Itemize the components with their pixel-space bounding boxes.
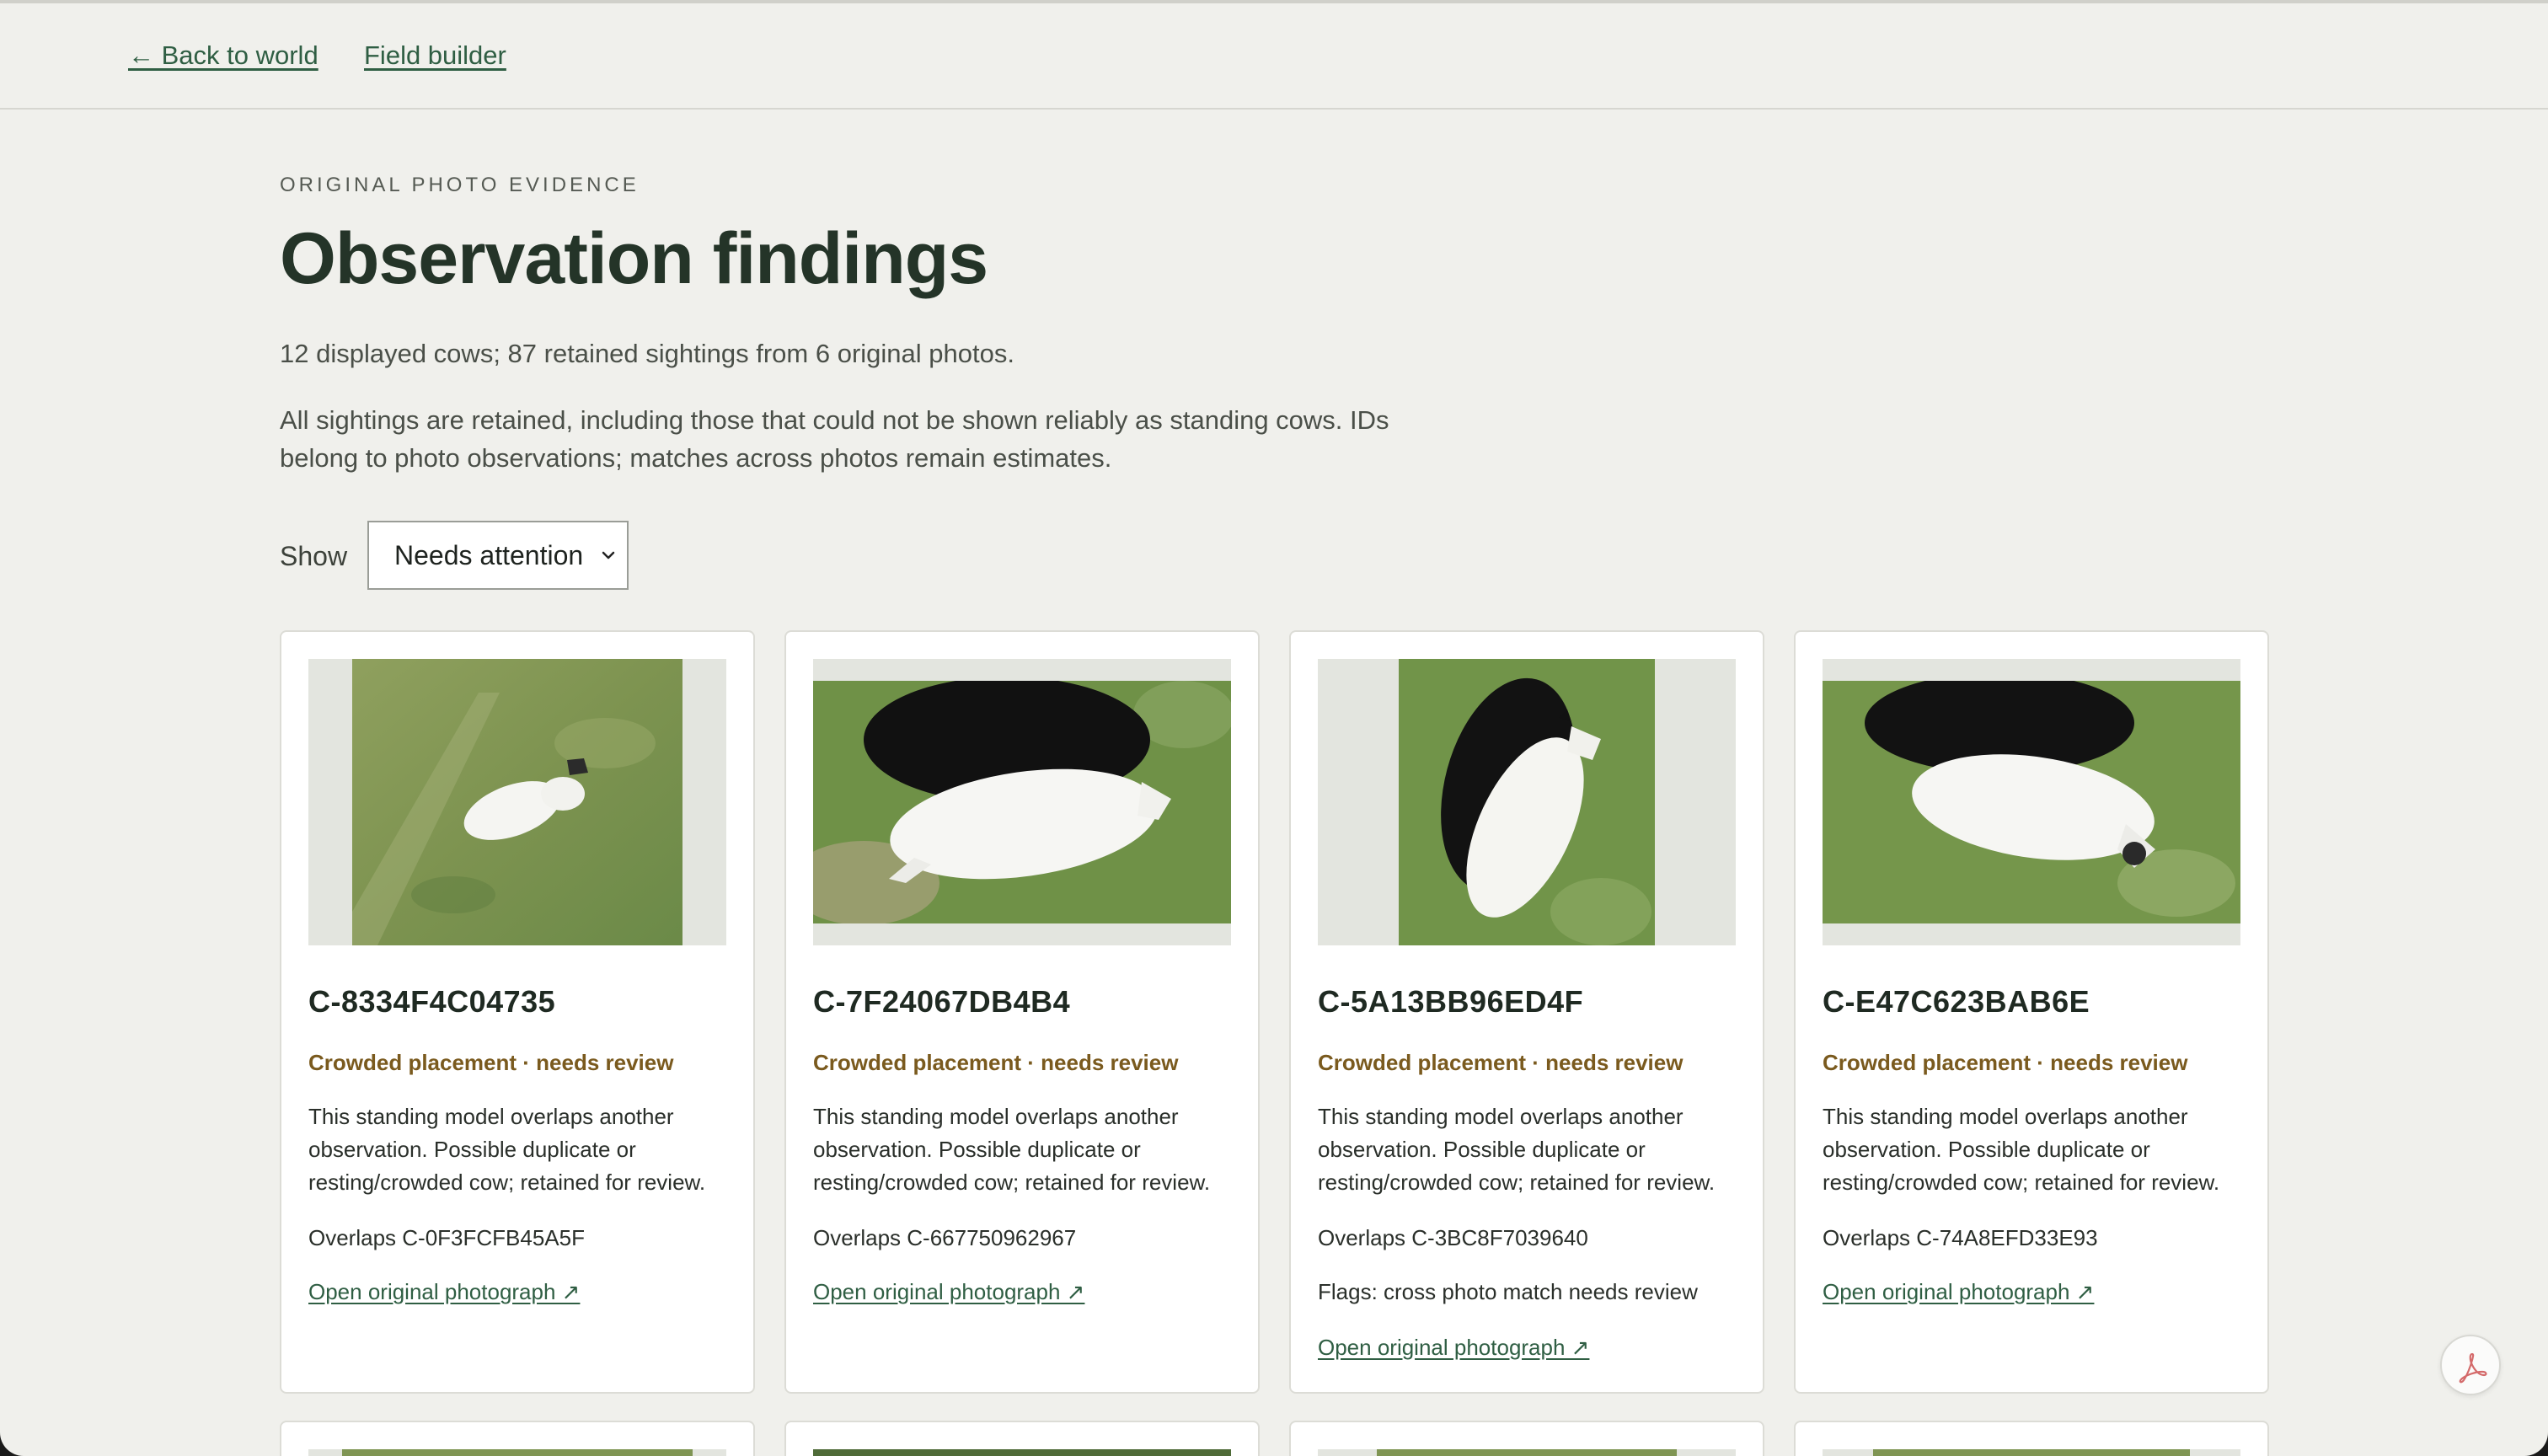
cow-thumbnail — [813, 659, 1231, 945]
finding-card: C-8334F4C04735 Crowded placement · needs… — [280, 630, 755, 1394]
cow-id: C-7F24067DB4B4 — [813, 984, 1071, 1019]
page-title: Observation findings — [280, 218, 988, 299]
finding-card — [1289, 1421, 1764, 1456]
overlap-text: Overlaps C-667750962967 — [813, 1225, 1077, 1250]
top-navigation: ← Back to world Field builder — [0, 0, 2548, 110]
open-original-photo-link[interactable]: Open original photograph ↗ — [1318, 1335, 1589, 1361]
cow-id: C-8334F4C04735 — [308, 984, 556, 1019]
pdf-icon — [2459, 1352, 2487, 1384]
flags-text: Flags: cross photo match needs review — [1318, 1279, 1698, 1304]
finding-card: C-5A13BB96ED4F Crowded placement · needs… — [1289, 630, 1764, 1394]
open-original-photo-link[interactable]: Open original photograph ↗ — [308, 1279, 580, 1305]
finding-card: C-7F24067DB4B4 Crowded placement · needs… — [784, 630, 1260, 1394]
card-description: This standing model overlaps another obs… — [1318, 1104, 1716, 1195]
finding-card — [1794, 1421, 2269, 1456]
section-eyebrow: ORIGINAL PHOTO EVIDENCE — [280, 174, 640, 196]
cow-thumbnail — [1823, 1449, 2240, 1456]
chevron-down-icon — [602, 551, 615, 559]
cow-thumbnail — [308, 659, 726, 945]
field-builder-link[interactable]: Field builder — [364, 40, 506, 71]
filter-label: Show — [280, 541, 348, 571]
finding-card — [784, 1421, 1260, 1456]
cow-thumbnail — [1823, 659, 2240, 945]
overlap-text: Overlaps C-3BC8F7039640 — [1318, 1225, 1588, 1250]
overlap-text: Overlaps C-0F3FCFB45A5F — [308, 1225, 585, 1250]
note-text: All sightings are retained, including th… — [280, 405, 1389, 473]
app-window: ← Back to world Field builder ORIGINAL P… — [0, 0, 2548, 1456]
summary-text: 12 displayed cows; 87 retained sightings… — [280, 339, 1014, 368]
cow-thumbnail — [308, 1449, 726, 1456]
cow-thumbnail — [813, 1449, 1231, 1456]
open-original-photo-link[interactable]: Open original photograph ↗ — [1823, 1279, 2094, 1305]
finding-card: C-E47C623BAB6E Crowded placement · needs… — [1794, 630, 2269, 1394]
card-description: This standing model overlaps another obs… — [308, 1104, 706, 1195]
status-badge: Crowded placement · needs review — [813, 1050, 1179, 1075]
cow-id: C-E47C623BAB6E — [1823, 984, 2090, 1019]
cow-thumbnail — [1318, 659, 1736, 945]
status-badge: Crowded placement · needs review — [1823, 1050, 2188, 1075]
open-original-photo-link[interactable]: Open original photograph ↗ — [813, 1279, 1084, 1305]
filter-selected-value: Needs attention — [394, 540, 584, 570]
back-to-world-link[interactable]: ← Back to world — [128, 40, 318, 71]
cow-thumbnail — [1318, 1449, 1736, 1456]
finding-card — [280, 1421, 755, 1456]
card-description: This standing model overlaps another obs… — [1823, 1104, 2220, 1195]
pdf-button[interactable] — [2440, 1335, 2501, 1395]
status-badge: Crowded placement · needs review — [1318, 1050, 1684, 1075]
filter-select[interactable]: Needs attention — [367, 521, 629, 590]
status-badge: Crowded placement · needs review — [308, 1050, 674, 1075]
card-description: This standing model overlaps another obs… — [813, 1104, 1211, 1195]
overlap-text: Overlaps C-74A8EFD33E93 — [1823, 1225, 2098, 1250]
cow-id: C-5A13BB96ED4F — [1318, 984, 1584, 1019]
